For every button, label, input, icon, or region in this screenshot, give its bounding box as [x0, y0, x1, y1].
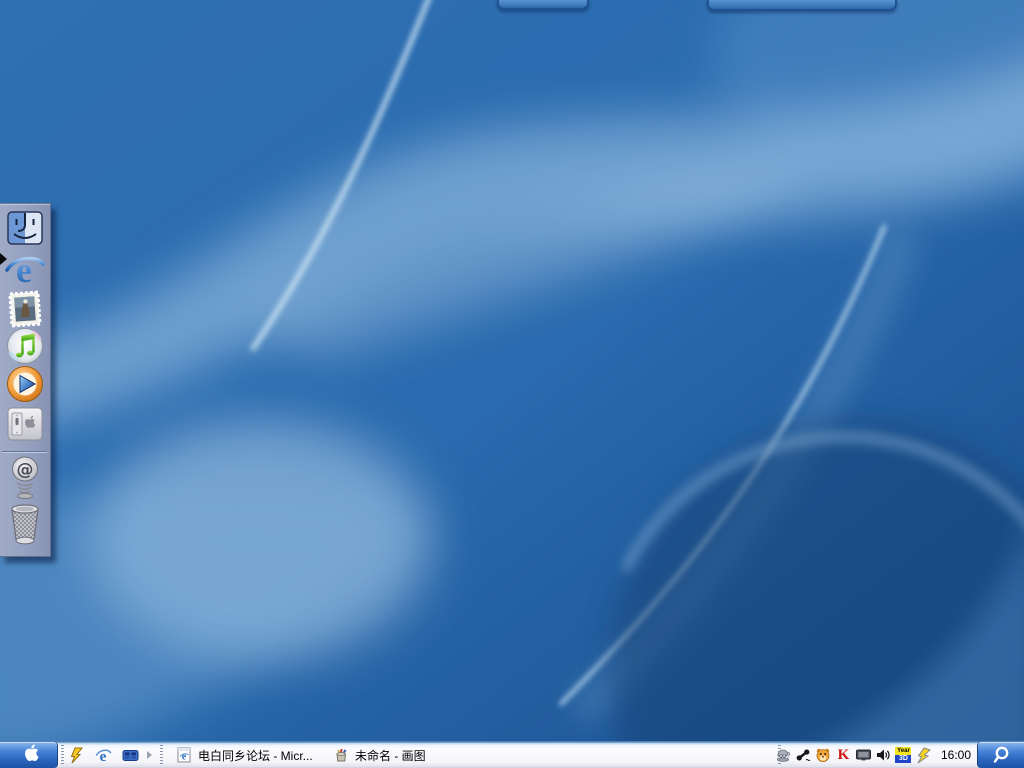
svg-text:e: e [182, 752, 187, 763]
taskbar-clock[interactable]: 16:00 [941, 748, 975, 762]
telephone-handset-icon [795, 747, 811, 763]
yellow-lightning-icon [915, 747, 932, 764]
tray-pet[interactable] [815, 747, 832, 764]
dock-panel: e [0, 203, 51, 557]
media-window-icon [122, 747, 139, 764]
windows-media-player-icon [6, 365, 44, 403]
magnifier-icon [991, 745, 1011, 765]
dock-item-windows-media-player[interactable] [5, 364, 45, 404]
svg-text:@: @ [17, 460, 34, 480]
quick-launch-bar: e [66, 742, 152, 768]
clipped-window-fragment-left[interactable] [497, 0, 589, 10]
internet-explorer-page-icon: e [176, 747, 192, 763]
task-button-paint[interactable]: 未命名 - 画图 [325, 742, 434, 768]
dock-item-internet-explorer[interactable]: e [5, 249, 45, 289]
dock-item-finder[interactable] [5, 208, 45, 248]
apple-logo-icon [18, 744, 40, 767]
quick-launch-internet-explorer[interactable]: e [93, 745, 113, 765]
dock-item-mail[interactable] [5, 289, 45, 329]
taskbar-separator [61, 745, 64, 765]
orange-pet-icon [815, 747, 831, 763]
finder-icon [7, 211, 43, 245]
monitor-icon [855, 747, 872, 763]
start-button[interactable] [0, 742, 58, 768]
gray-teapot-icon [775, 747, 791, 763]
taskbar-separator [160, 745, 163, 765]
tray-input-method[interactable] [775, 747, 792, 764]
red-k-icon: K [838, 748, 850, 763]
mail-stamp-icon [7, 289, 44, 329]
itunes-icon [6, 327, 44, 365]
trash-icon [7, 501, 43, 547]
year-3d-icon: Year 3D [895, 747, 911, 763]
tray-year3d[interactable]: Year 3D [895, 747, 912, 764]
at-spring-icon: @ [8, 456, 42, 500]
quick-launch-media-player[interactable] [120, 745, 140, 765]
paint-cup-icon [333, 747, 349, 763]
dock-item-trash[interactable] [5, 500, 45, 548]
speaker-icon [875, 747, 891, 763]
system-tray: K Year 3D 16:00 [775, 742, 975, 768]
internet-explorer-icon: e [95, 747, 112, 764]
dock-running-indicator-arrow [0, 253, 7, 265]
wallpaper [0, 0, 1024, 768]
tray-volume[interactable] [875, 747, 892, 764]
task-button-label: 电白同乡论坛 - Micr... [198, 747, 313, 764]
tray-k-app[interactable]: K [835, 747, 852, 764]
taskbar: e e 电白同乡论坛 - Micr... [0, 741, 1024, 768]
dock-item-system-preferences[interactable] [5, 404, 45, 444]
tray-display[interactable] [855, 747, 872, 764]
dock-separator [2, 451, 47, 453]
dock-item-internet-at-spring[interactable]: @ [5, 456, 45, 500]
tray-flashget[interactable] [915, 747, 932, 764]
winamp-lightning-icon [68, 747, 85, 764]
search-button[interactable] [977, 742, 1024, 768]
svg-text:e: e [16, 250, 32, 289]
dock-item-itunes[interactable] [5, 326, 45, 366]
clipped-window-fragment-right[interactable] [707, 0, 897, 11]
quick-launch-winamp[interactable] [66, 745, 86, 765]
task-button-ie-forum[interactable]: e 电白同乡论坛 - Micr... [168, 742, 321, 768]
desktop [0, 0, 1024, 768]
task-button-label: 未命名 - 画图 [355, 747, 426, 764]
quick-launch-chevron-icon[interactable] [147, 751, 152, 759]
system-preferences-icon [7, 407, 43, 441]
tray-dialer[interactable] [795, 747, 812, 764]
internet-explorer-icon: e [5, 249, 45, 289]
